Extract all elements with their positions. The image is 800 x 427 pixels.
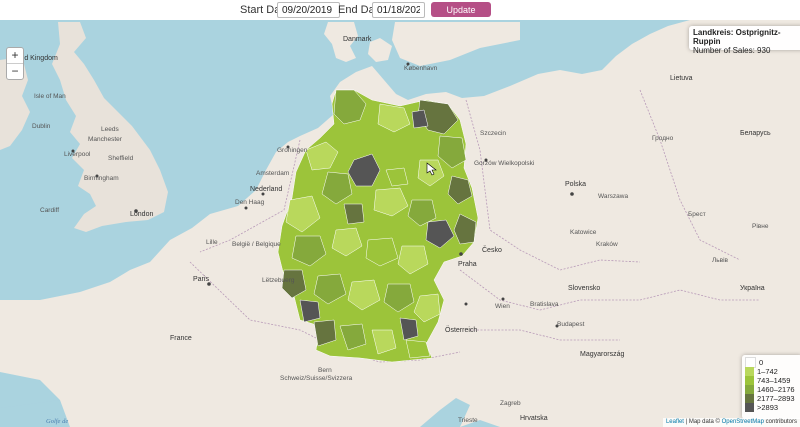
label-belgie: België / Belgique [232, 241, 281, 248]
label-trieste: Trieste [458, 417, 478, 424]
attribution-tail: contributors [763, 419, 797, 425]
map-canvas[interactable]: United Kingdom Danmark København Leeds L… [0, 20, 800, 427]
label-luxembourg: Lëtzebuerg [262, 277, 295, 284]
start-date-input[interactable] [277, 2, 340, 18]
label-kobenhavn: København [404, 65, 438, 72]
map-tiles[interactable]: United Kingdom Danmark København Leeds L… [0, 20, 800, 427]
label-nederland: Nederland [250, 186, 282, 193]
label-liverpool: Liverpool [64, 151, 91, 158]
legend-panel: 0 1–742 743–1459 1460–2176 2177–2893 >28… [742, 355, 800, 419]
label-wien: Wien [495, 303, 510, 310]
legend-label: 1460–2176 [757, 385, 795, 394]
label-belarus: Беларусь [740, 130, 771, 137]
info-sales-value: 930 [757, 46, 771, 55]
label-rivne: Рівне [752, 222, 769, 230]
label-polska: Polska [565, 181, 586, 188]
legend-row: 1460–2176 [745, 385, 799, 394]
label-dublin: Dublin [32, 123, 51, 130]
label-groningen: Groningen [277, 147, 308, 154]
legend-row: 2177–2893 [745, 394, 799, 403]
label-cesko: Česko [482, 245, 502, 254]
label-szczecin: Szczecin [480, 130, 506, 137]
label-golfe: Golfe de [46, 418, 68, 425]
label-birmingham: Birmingham [84, 175, 119, 182]
zoom-control: + − [6, 47, 24, 80]
label-amsterdam: Amsterdam [256, 170, 289, 177]
end-date-input[interactable] [372, 2, 425, 18]
label-lille: Lille [206, 239, 218, 246]
label-hrvatska: Hrvatska [520, 415, 548, 422]
info-title: Landkreis: Ostprignitz-Ruppin [693, 28, 781, 46]
legend-label: 1–742 [757, 367, 778, 376]
label-den-haag: Den Haag [235, 199, 265, 206]
legend-row: >2893 [745, 403, 799, 412]
label-lietuva: Lietuva [670, 75, 693, 82]
legend-swatch [745, 376, 754, 385]
label-danmark: Danmark [343, 36, 372, 43]
label-warszawa: Warszawa [598, 193, 628, 200]
label-london: London [130, 211, 153, 218]
map-attribution: Leaflet | Map data © OpenStreetMap contr… [662, 418, 800, 427]
label-leeds: Leeds [101, 126, 119, 133]
label-magyarorszag: Magyarország [580, 351, 624, 358]
legend-label: 2177–2893 [757, 394, 795, 403]
osm-link[interactable]: OpenStreetMap [722, 419, 764, 425]
legend-label: >2893 [757, 403, 779, 412]
zoom-out-button[interactable]: − [7, 64, 23, 79]
legend-row: 743–1459 [745, 376, 799, 385]
label-isle-of-man: Isle of Man [34, 93, 66, 100]
label-cardiff: Cardiff [40, 207, 59, 214]
label-lviv: Львів [712, 256, 729, 264]
legend-swatch [745, 403, 754, 412]
label-gorzow: Gorzów Wielkopolski [474, 160, 534, 167]
info-sales-label: Number of Sales: [693, 46, 755, 55]
label-bratislava: Bratislava [530, 301, 559, 308]
label-manchester: Manchester [88, 136, 123, 143]
label-paris: Paris [193, 276, 209, 283]
label-budapest: Budapest [557, 321, 585, 328]
attribution-sep: | Map data © [683, 419, 722, 425]
legend-row: 1–742 [745, 367, 799, 376]
label-katowice: Katowice [570, 229, 597, 236]
legend-swatch [745, 367, 754, 376]
legend-swatch [745, 394, 754, 403]
label-sheffield: Sheffield [108, 155, 134, 162]
legend-swatch [745, 385, 754, 394]
legend-row: 0 [745, 357, 799, 368]
update-map-button[interactable]: Update Map [431, 2, 491, 30]
label-france: France [170, 335, 192, 342]
label-schweiz: Schweiz/Suisse/Svizzera [280, 375, 353, 382]
label-praha: Praha [458, 261, 477, 268]
label-bern: Bern [318, 367, 332, 374]
legend-label: 743–1459 [757, 376, 791, 385]
label-brest: Брест [688, 211, 706, 218]
info-panel: Landkreis: Ostprignitz-Ruppin Number of … [689, 26, 800, 55]
label-grodno: Гродно [652, 135, 674, 142]
label-zagreb: Zagreb [500, 400, 521, 407]
legend-label: 0 [759, 358, 764, 367]
label-slovensko: Slovensko [568, 285, 600, 292]
label-osterreich: Österreich [445, 326, 477, 334]
zoom-in-button[interactable]: + [7, 48, 23, 63]
label-ukraina: Україна [740, 285, 765, 292]
leaflet-link[interactable]: Leaflet [666, 419, 684, 425]
date-form: Start Date: End Date: Update Map [0, 0, 800, 30]
label-krakow: Kraków [596, 241, 618, 248]
